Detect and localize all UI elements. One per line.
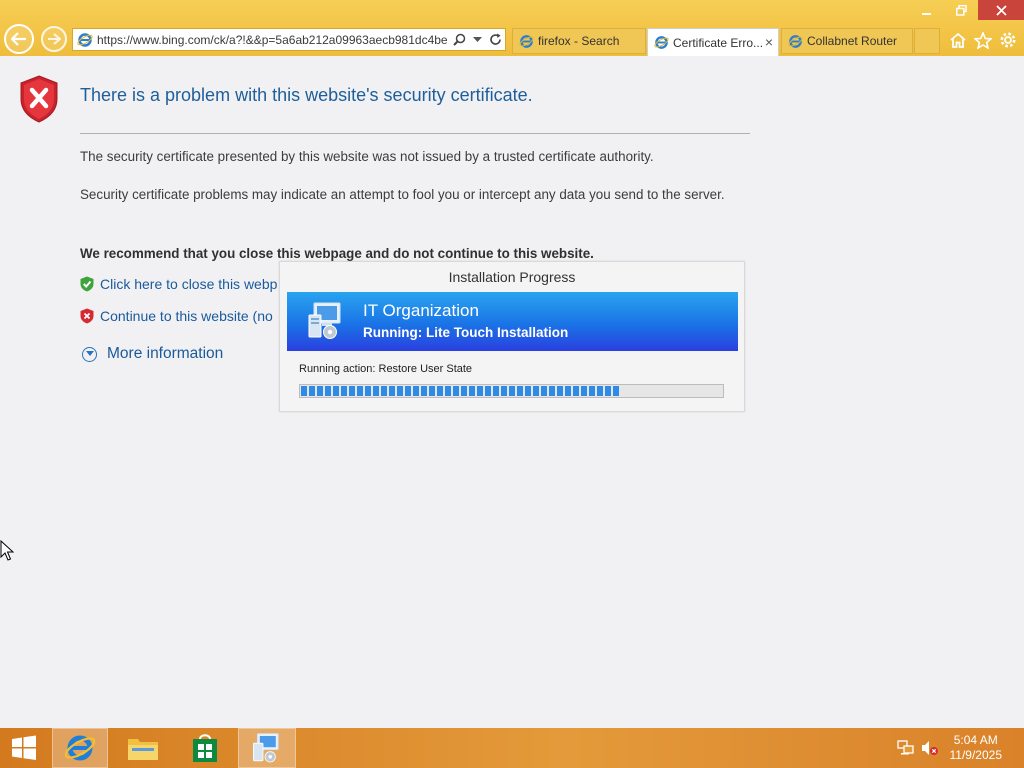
close-webpage-link-text[interactable]: Click here to close this webp bbox=[100, 276, 277, 292]
dialog-banner: IT Organization Running: Lite Touch Inst… bbox=[287, 292, 738, 351]
tab-label: Certificate Erro... bbox=[673, 35, 764, 50]
start-button[interactable] bbox=[4, 728, 44, 768]
ie-page-icon bbox=[77, 32, 93, 47]
page-title: There is a problem with this website's s… bbox=[80, 85, 533, 105]
volume-muted-icon[interactable] bbox=[920, 738, 940, 758]
tab-collabnet-router[interactable]: Collabnet Router bbox=[781, 28, 913, 54]
internet-explorer-icon bbox=[64, 735, 96, 761]
home-icon[interactable] bbox=[948, 30, 968, 50]
windows-logo-icon bbox=[12, 735, 36, 760]
clock-date: 11/9/2025 bbox=[949, 748, 1003, 762]
favorites-star-icon[interactable] bbox=[973, 30, 993, 50]
chevron-down-icon bbox=[82, 346, 97, 362]
minimize-button[interactable] bbox=[910, 0, 944, 20]
taskbar: 5:04 AM 11/9/2025 bbox=[0, 728, 1024, 768]
forward-button[interactable] bbox=[41, 26, 67, 52]
installation-progress-bar bbox=[299, 384, 724, 398]
window-controls bbox=[910, 0, 1024, 20]
tab-label: firefox - Search bbox=[538, 34, 620, 48]
continue-link-text[interactable]: Continue to this website (no bbox=[100, 308, 273, 324]
close-webpage-link[interactable]: Click here to close this webp bbox=[80, 276, 277, 292]
taskbar-clock[interactable]: 5:04 AM 11/9/2025 bbox=[950, 733, 1003, 763]
untrusted-authority-text: The security certificate presented by th… bbox=[80, 149, 654, 164]
close-tab-icon[interactable]: × bbox=[765, 35, 773, 49]
settings-gear-icon[interactable] bbox=[998, 30, 1018, 50]
progress-bar-fill bbox=[301, 386, 619, 396]
back-button[interactable] bbox=[4, 24, 34, 54]
restore-button[interactable] bbox=[944, 0, 978, 20]
arrow-right-icon bbox=[48, 33, 61, 45]
more-information-toggle[interactable]: More information bbox=[82, 345, 223, 363]
security-shield-error-icon bbox=[20, 75, 58, 123]
clock-time: 5:04 AM bbox=[953, 733, 998, 747]
new-tab-button[interactable] bbox=[914, 28, 940, 54]
refresh-icon[interactable] bbox=[487, 32, 503, 48]
tab-label: Collabnet Router bbox=[807, 34, 898, 48]
running-task-label: Running: Lite Touch Installation bbox=[363, 325, 569, 340]
browser-chrome: https://www.bing.com/ck/a?!&&p=5a6ab212a… bbox=[0, 0, 1024, 56]
tab-certificate-error[interactable]: Certificate Erro... × bbox=[647, 28, 779, 56]
red-shield-x-icon bbox=[80, 308, 94, 324]
ie-tab-icon bbox=[788, 34, 803, 48]
deployment-computer-icon bbox=[308, 302, 341, 339]
close-window-button[interactable] bbox=[978, 0, 1024, 20]
divider bbox=[80, 133, 750, 134]
organization-name: IT Organization bbox=[363, 301, 479, 320]
taskbar-file-explorer[interactable] bbox=[116, 728, 170, 768]
taskbar-deployment-wizard[interactable] bbox=[238, 728, 296, 768]
dropdown-icon[interactable] bbox=[469, 32, 485, 48]
ie-tab-icon bbox=[519, 34, 534, 48]
search-icon[interactable] bbox=[451, 32, 467, 48]
address-bar[interactable]: https://www.bing.com/ck/a?!&&p=5a6ab212a… bbox=[72, 28, 506, 51]
installation-progress-dialog: Installation Progress IT Organization Ru… bbox=[279, 261, 745, 412]
taskbar-store[interactable] bbox=[178, 728, 232, 768]
continue-to-website-link[interactable]: Continue to this website (no bbox=[80, 308, 273, 324]
deployment-computer-icon bbox=[253, 733, 279, 763]
store-bag-icon bbox=[193, 734, 217, 762]
tab-firefox-search[interactable]: firefox - Search bbox=[512, 28, 646, 54]
taskbar-internet-explorer[interactable] bbox=[52, 728, 108, 768]
url-text[interactable]: https://www.bing.com/ck/a?!&&p=5a6ab212a… bbox=[97, 33, 449, 47]
more-information-label[interactable]: More information bbox=[107, 345, 223, 363]
green-shield-check-icon bbox=[80, 276, 94, 292]
dialog-title: Installation Progress bbox=[448, 269, 576, 285]
current-action-text: Running action: Restore User State bbox=[299, 363, 473, 375]
security-warning-text: Security certificate problems may indica… bbox=[80, 187, 725, 202]
arrow-left-icon bbox=[11, 32, 26, 46]
ie-tab-icon bbox=[654, 36, 669, 49]
mouse-pointer-icon bbox=[0, 540, 14, 561]
network-icon[interactable] bbox=[896, 738, 916, 758]
folder-icon bbox=[128, 739, 158, 760]
